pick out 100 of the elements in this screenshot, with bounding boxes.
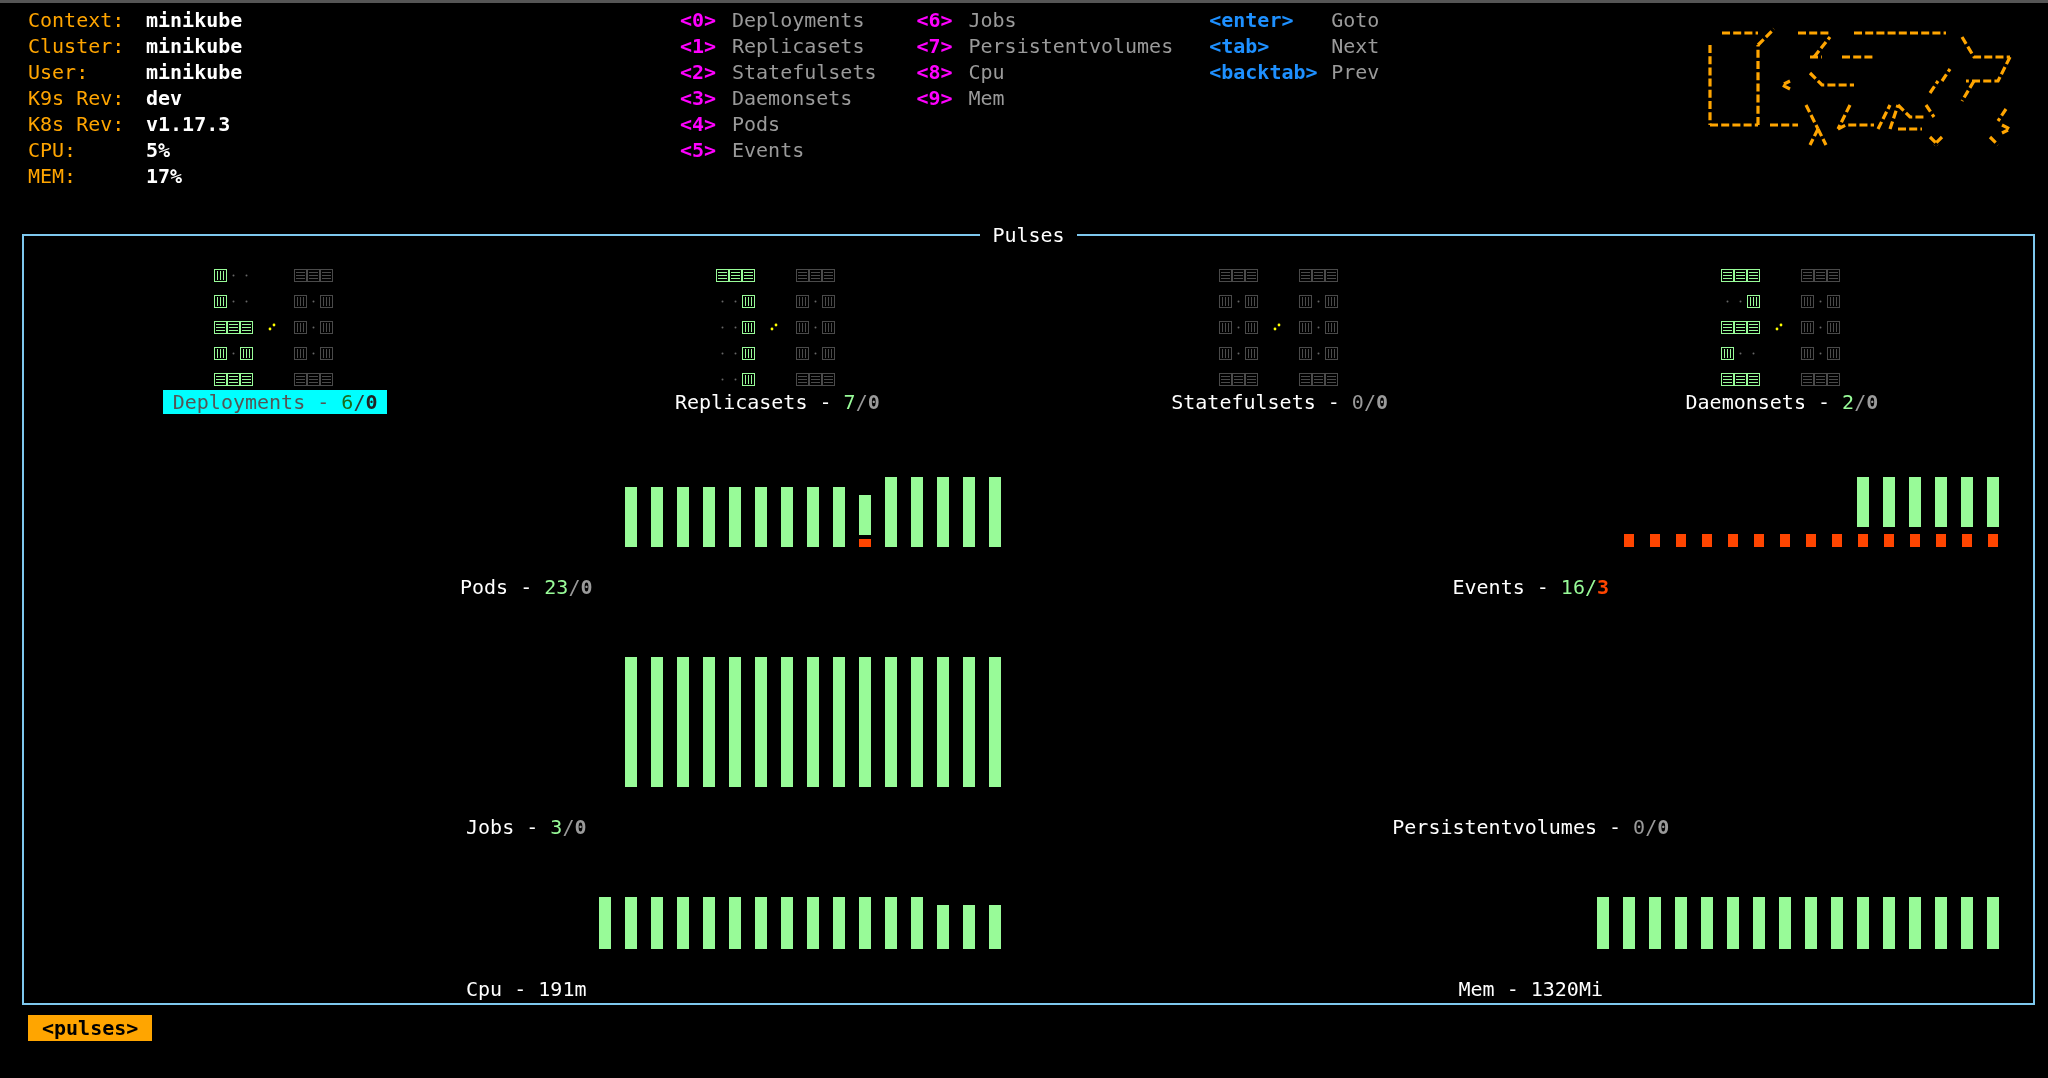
sparkline-bar <box>1857 897 1869 949</box>
error-bar <box>1676 534 1686 547</box>
sparkline-bar <box>1857 477 1869 527</box>
info-value: minikube <box>146 59 244 85</box>
error-bar <box>1988 534 1998 547</box>
hotkey[interactable]: <4> <box>680 111 732 137</box>
info-label: K8s Rev: <box>28 111 126 137</box>
sparkline-bar <box>988 477 1001 547</box>
gauge-title[interactable]: Statefulsets - 0/0 <box>1161 390 1398 414</box>
info-label: Cluster: <box>28 33 126 59</box>
hotkey[interactable]: <6> <box>916 7 969 33</box>
hotkey-action: Jobs <box>968 7 1018 33</box>
hotkey-action: Daemonsets <box>732 85 854 111</box>
sparkline-bar <box>1597 897 1609 949</box>
gauge-title[interactable]: Replicasets - 7/0 <box>665 390 890 414</box>
chart-title: Events - 16/3 <box>1452 575 1610 599</box>
sparkline-bar <box>702 487 715 547</box>
info-value: dev <box>146 85 184 111</box>
sparkline-bar <box>1753 897 1765 949</box>
sparkline-bar <box>1727 897 1739 949</box>
hotkey[interactable]: <enter> <box>1209 7 1332 33</box>
sparkline-bar <box>988 905 1001 949</box>
info-value: 17% <box>146 163 184 189</box>
hotkey[interactable]: <2> <box>680 59 732 85</box>
sparkline-bar <box>650 897 663 949</box>
chart-title: Pods - 23/0 <box>460 575 593 599</box>
sparkline-bar <box>1883 477 1895 527</box>
hotkey[interactable]: <9> <box>916 85 969 111</box>
sparkline-bar <box>780 487 793 547</box>
sparkline-bar <box>936 477 949 547</box>
sparkline-bar <box>676 897 689 949</box>
sparkline-bar <box>1935 477 1947 527</box>
hotkey[interactable]: <0> <box>680 7 732 33</box>
sparkline-bar <box>624 897 637 949</box>
sparkline-bar <box>598 897 611 949</box>
hotkey-action: Persistentvolumes <box>968 33 1174 59</box>
error-bar <box>1858 534 1868 547</box>
hotkey[interactable]: <tab> <box>1209 33 1332 59</box>
hotkey-action: Deployments <box>732 7 866 33</box>
sparkline-bar <box>1909 897 1921 949</box>
hotkey[interactable]: <3> <box>680 85 732 111</box>
sparkline-bar <box>1675 897 1687 949</box>
hotkey[interactable]: <5> <box>680 137 732 163</box>
error-bar <box>1624 534 1634 547</box>
sparkline-bar <box>1961 477 1973 527</box>
hotkey[interactable]: <backtab> <box>1209 59 1332 85</box>
panel-title: Pulses <box>991 223 1066 247</box>
hotkey-action: Mem <box>968 85 1006 111</box>
sparkline-bar <box>936 905 949 949</box>
error-bar <box>1702 534 1712 547</box>
sparkline-bar <box>1935 897 1947 949</box>
error-bar <box>1832 534 1842 547</box>
hotkey[interactable]: <7> <box>916 33 969 59</box>
sparkline-bar <box>832 487 845 547</box>
sparkline-bar <box>832 897 845 949</box>
sparkline-bar <box>1779 897 1791 949</box>
sparkline-bar <box>1909 477 1921 527</box>
chart-title: Mem - 1320Mi <box>1458 977 1603 1001</box>
info-label: MEM: <box>28 163 78 189</box>
sparkline-bar <box>962 477 975 547</box>
sparkline-bar <box>1883 897 1895 949</box>
chart-title: Jobs - 3/0 <box>466 815 587 839</box>
info-value: minikube <box>146 33 244 59</box>
sparkline-bar <box>1987 477 1999 527</box>
sparkline-bar <box>702 897 715 949</box>
error-bar <box>1884 534 1894 547</box>
hotkey[interactable]: <8> <box>916 59 969 85</box>
hotkey-action: Next <box>1331 33 1380 59</box>
sparkline-bar <box>884 897 897 949</box>
sparkline-bar <box>910 477 923 547</box>
error-bar <box>1728 534 1738 547</box>
hotkey-action: Replicasets <box>732 33 866 59</box>
gauge-title[interactable]: Deployments - 6/0 <box>162 390 388 414</box>
sparkline-bar <box>754 487 767 547</box>
sparkline-bar <box>1701 897 1713 949</box>
info-label: Context: <box>28 7 126 33</box>
sparkline-bar <box>1987 897 1999 949</box>
chart-title: Persistentvolumes - 0/0 <box>1392 815 1670 839</box>
sparkline-bar <box>910 897 923 949</box>
sparkline-bar <box>754 897 767 949</box>
sparkline-bar <box>650 487 663 547</box>
gauge-title[interactable]: Daemonsets - 2/0 <box>1675 390 1889 414</box>
hotkey-action: Statefulsets <box>732 59 877 85</box>
hotkey[interactable]: <1> <box>680 33 732 59</box>
hotkey-action: Prev <box>1331 59 1380 85</box>
breadcrumb: <pulses> <box>28 1015 153 1041</box>
sparkline-bar <box>1961 897 1973 949</box>
error-bar <box>1754 534 1764 547</box>
sparkline-bar <box>1805 897 1817 949</box>
sparkline-bar <box>728 897 741 949</box>
hotkey-action: Events <box>732 137 806 163</box>
sparkline-bar <box>1831 897 1843 949</box>
info-value: v1.17.3 <box>146 111 232 137</box>
error-bar <box>1910 534 1920 547</box>
info-value: minikube <box>146 7 244 33</box>
sparkline-bar <box>962 905 975 949</box>
sparkline-bar <box>884 477 897 547</box>
hotkey-action: Pods <box>732 111 782 137</box>
hotkey-action: Cpu <box>968 59 1006 85</box>
info-label: K9s Rev: <box>28 85 126 111</box>
